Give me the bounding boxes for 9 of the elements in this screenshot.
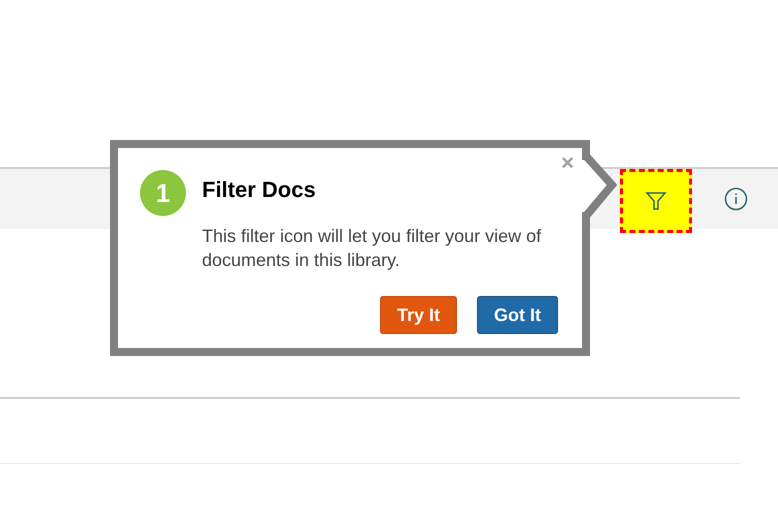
tour-button[interactable]: Try It: [380, 296, 457, 334]
tour-button[interactable]: Got It: [477, 296, 558, 334]
popover-description: This filter icon will let you filter your view of documents in this library.: [202, 225, 542, 272]
filter-button[interactable]: [620, 169, 692, 233]
close-button[interactable]: ×: [561, 152, 574, 174]
popover-title: Filter Docs: [202, 176, 316, 204]
filter-icon: [645, 190, 667, 212]
step-number: 1: [140, 170, 186, 216]
info-icon[interactable]: [724, 187, 748, 211]
